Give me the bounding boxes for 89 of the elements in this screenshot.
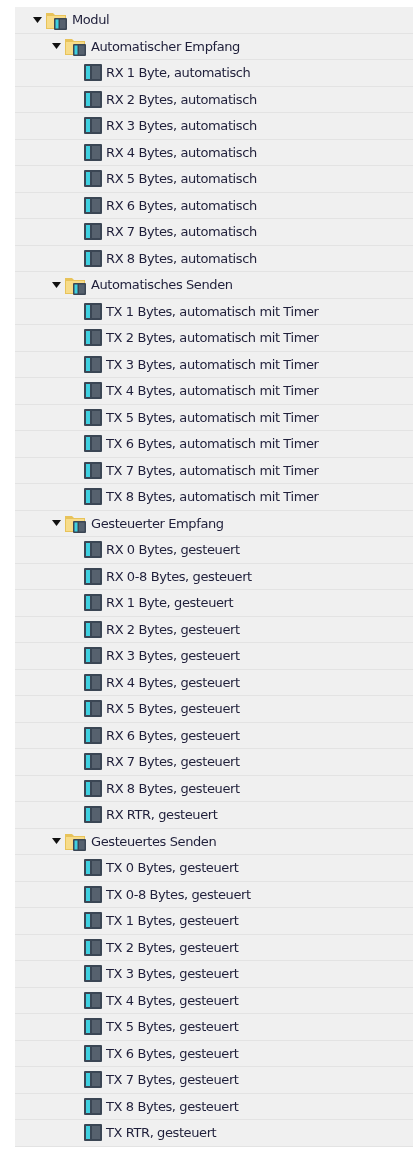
tree-item-label[interactable]: RX 6 Bytes, gesteuert xyxy=(106,725,240,745)
module-icon xyxy=(84,778,102,798)
tree-item-label[interactable]: RX 4 Bytes, gesteuert xyxy=(106,672,240,692)
tree-item-label[interactable]: TX 0 Bytes, gesteuert xyxy=(106,858,239,878)
tree-item-label[interactable]: Modul xyxy=(72,10,110,30)
tree-item-label[interactable]: Gesteuerter Empfang xyxy=(91,513,224,533)
module-icon xyxy=(84,911,102,931)
tree-item-label[interactable]: TX 4 Bytes, gesteuert xyxy=(106,990,239,1010)
folder-icon xyxy=(65,831,87,852)
module-icon xyxy=(84,487,102,507)
tree-item-label[interactable]: TX RTR, gesteuert xyxy=(106,1123,217,1143)
module-icon xyxy=(84,566,102,586)
tree-item-label[interactable]: Gesteuertes Senden xyxy=(91,831,217,851)
module-icon xyxy=(84,619,102,639)
module-icon xyxy=(84,805,102,825)
tree-item-label[interactable]: RX 5 Bytes, gesteuert xyxy=(106,699,240,719)
module-icon xyxy=(84,354,102,374)
tree-item-label[interactable]: TX 4 Bytes, automatisch mit Timer xyxy=(106,381,319,401)
module-icon xyxy=(84,1070,102,1090)
folder-icon xyxy=(65,36,87,57)
tree-item-label[interactable]: TX 0-8 Bytes, gesteuert xyxy=(106,884,251,904)
tree-item-label[interactable]: TX 8 Bytes, gesteuert xyxy=(106,1096,239,1116)
tree-item-label[interactable]: RX 8 Bytes, automatisch xyxy=(106,248,257,268)
tree-item-label[interactable]: RX 3 Bytes, gesteuert xyxy=(106,646,240,666)
tree-item-label[interactable]: RX 8 Bytes, gesteuert xyxy=(106,778,240,798)
collapse-arrow-icon[interactable] xyxy=(52,281,61,288)
tree-item-label[interactable]: TX 1 Bytes, gesteuert xyxy=(106,911,239,931)
module-icon xyxy=(84,434,102,454)
module-icon xyxy=(84,699,102,719)
tree-item-label[interactable]: Automatisches Senden xyxy=(91,275,233,295)
module-icon xyxy=(84,672,102,692)
tree-item-label[interactable]: TX 1 Bytes, automatisch mit Timer xyxy=(106,301,319,321)
tree-item-label[interactable]: RX 5 Bytes, automatisch xyxy=(106,169,257,189)
module-icon xyxy=(84,460,102,480)
tree-item-label[interactable]: TX 2 Bytes, automatisch mit Timer xyxy=(106,328,319,348)
tree-item-label[interactable]: RX 2 Bytes, gesteuert xyxy=(106,619,240,639)
tree-item-label[interactable]: RX 1 Byte, automatisch xyxy=(106,63,251,83)
module-icon xyxy=(84,964,102,984)
module-icon xyxy=(84,1043,102,1063)
tree-item-label[interactable]: TX 6 Bytes, gesteuert xyxy=(106,1043,239,1063)
tree-item-label[interactable]: RX 7 Bytes, automatisch xyxy=(106,222,257,242)
tree-item-label[interactable]: RX 3 Bytes, automatisch xyxy=(106,116,257,136)
tree-item-label[interactable]: TX 3 Bytes, gesteuert xyxy=(106,964,239,984)
tree-item-label[interactable]: TX 5 Bytes, gesteuert xyxy=(106,1017,239,1037)
module-icon xyxy=(84,1096,102,1116)
module-icon xyxy=(84,1123,102,1143)
module-icon xyxy=(84,725,102,745)
tree-item-label[interactable]: TX 7 Bytes, gesteuert xyxy=(106,1070,239,1090)
module-icon xyxy=(84,858,102,878)
module-icon xyxy=(84,222,102,242)
module-icon xyxy=(84,248,102,268)
tree-item-label[interactable]: RX 1 Byte, gesteuert xyxy=(106,593,234,613)
tree-item-label[interactable]: TX 3 Bytes, automatisch mit Timer xyxy=(106,354,319,374)
folder-icon xyxy=(65,513,87,534)
tree-item-label[interactable]: TX 2 Bytes, gesteuert xyxy=(106,937,239,957)
tree-item-label[interactable]: Automatischer Empfang xyxy=(91,36,240,56)
tree-item-label[interactable]: TX 7 Bytes, automatisch mit Timer xyxy=(106,460,319,480)
module-icon xyxy=(84,937,102,957)
module-icon xyxy=(84,752,102,772)
tree-item-label[interactable]: RX 7 Bytes, gesteuert xyxy=(106,752,240,772)
module-icon xyxy=(84,1017,102,1037)
tree-item-label[interactable]: RX 4 Bytes, automatisch xyxy=(106,142,257,162)
module-icon xyxy=(84,540,102,560)
tree-item-label[interactable]: RX 0 Bytes, gesteuert xyxy=(106,540,240,560)
module-icon xyxy=(84,116,102,136)
module-icon xyxy=(84,63,102,83)
module-icon xyxy=(84,301,102,321)
collapse-arrow-icon[interactable] xyxy=(52,43,61,50)
module-icon xyxy=(84,646,102,666)
module-icon xyxy=(84,142,102,162)
tree-item-label[interactable]: TX 5 Bytes, automatisch mit Timer xyxy=(106,407,319,427)
collapse-arrow-icon[interactable] xyxy=(52,520,61,527)
collapse-arrow-icon[interactable] xyxy=(52,838,61,845)
tree-item-label[interactable]: RX 6 Bytes, automatisch xyxy=(106,195,257,215)
module-icon xyxy=(84,381,102,401)
module-icon xyxy=(84,407,102,427)
module-icon xyxy=(84,884,102,904)
module-icon xyxy=(84,89,102,109)
module-icon xyxy=(84,328,102,348)
collapse-arrow-icon[interactable] xyxy=(33,16,42,23)
module-icon xyxy=(84,990,102,1010)
tree-item-label[interactable]: RX RTR, gesteuert xyxy=(106,805,218,825)
tree-item-label[interactable]: TX 8 Bytes, automatisch mit Timer xyxy=(106,487,319,507)
tree-item-label[interactable]: TX 6 Bytes, automatisch mit Timer xyxy=(106,434,319,454)
tree-item-label[interactable]: RX 0-8 Bytes, gesteuert xyxy=(106,566,252,586)
module-icon xyxy=(84,169,102,189)
tree-item-label[interactable]: RX 2 Bytes, automatisch xyxy=(106,89,257,109)
module-icon xyxy=(84,195,102,215)
module-icon xyxy=(84,593,102,613)
